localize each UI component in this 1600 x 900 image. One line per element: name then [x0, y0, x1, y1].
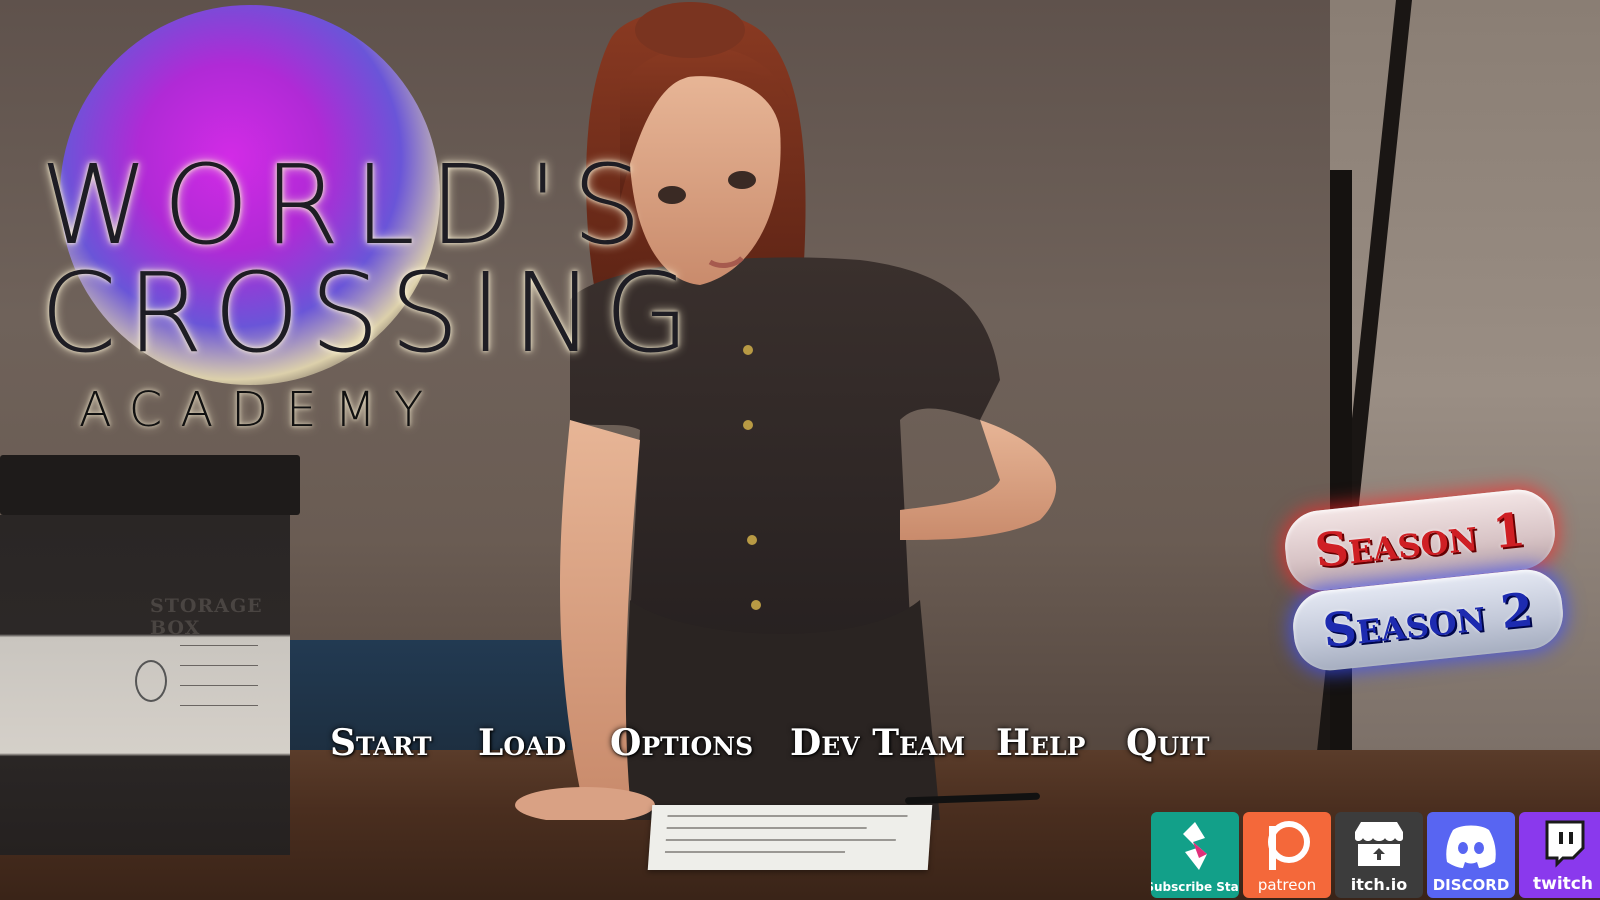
paper-line — [664, 851, 846, 853]
storage-box-line — [180, 685, 258, 686]
itchio-icon — [1355, 822, 1403, 866]
itchio-label: itch.io — [1350, 875, 1408, 894]
twitch-label: twitch — [1533, 874, 1593, 894]
patreon-label: patreon — [1257, 876, 1317, 894]
load-button[interactable]: Load — [478, 718, 566, 768]
subscribestar-button[interactable]: Subscribe Star — [1151, 812, 1239, 898]
title-screen: STORAGE BOX WORLD'S CROSSING ACADEMY Sta… — [0, 0, 1600, 900]
background-frame-post — [1330, 170, 1352, 780]
twitch-icon — [1545, 820, 1585, 868]
character-illustration — [515, 2, 1057, 820]
start-button[interactable]: Start — [330, 718, 432, 768]
character-arm-right — [900, 420, 1057, 540]
dev-team-button[interactable]: Dev Team — [790, 718, 965, 768]
discord-label: DISCORD — [1432, 876, 1510, 894]
twitch-button[interactable]: twitch — [1519, 812, 1600, 898]
logo-word-worlds: WORLD'S — [40, 141, 656, 269]
storage-box-seal — [135, 660, 167, 702]
document-paper — [647, 805, 933, 870]
quit-button[interactable]: Quit — [1126, 718, 1209, 768]
storage-box-lid — [0, 455, 300, 515]
season-1-label: Season 1 — [1312, 502, 1528, 578]
options-button[interactable]: Options — [610, 718, 753, 768]
storage-box-label: STORAGE BOX — [150, 595, 263, 639]
paper-line — [667, 815, 908, 817]
patreon-button[interactable]: patreon — [1243, 812, 1331, 898]
storage-box-line — [180, 705, 258, 706]
storage-box-line — [180, 645, 258, 646]
storage-box: STORAGE BOX — [0, 455, 300, 855]
paper-line — [666, 827, 867, 829]
season-2-label: Season 2 — [1320, 582, 1536, 658]
patreon-icon — [1268, 821, 1310, 870]
help-button[interactable]: Help — [996, 718, 1085, 768]
game-logo: WORLD'S CROSSING ACADEMY — [40, 0, 700, 460]
discord-button[interactable]: DISCORD — [1427, 812, 1515, 898]
itchio-button[interactable]: itch.io — [1335, 812, 1423, 898]
logo-word-crossing: CROSSING — [40, 249, 700, 377]
storage-box-line — [180, 665, 258, 666]
subscribestar-icon — [1183, 822, 1207, 870]
discord-icon — [1446, 825, 1496, 868]
subscribestar-label: Subscribe Star — [1151, 880, 1239, 894]
logo-word-academy: ACADEMY — [78, 382, 442, 438]
paper-line — [665, 839, 896, 841]
